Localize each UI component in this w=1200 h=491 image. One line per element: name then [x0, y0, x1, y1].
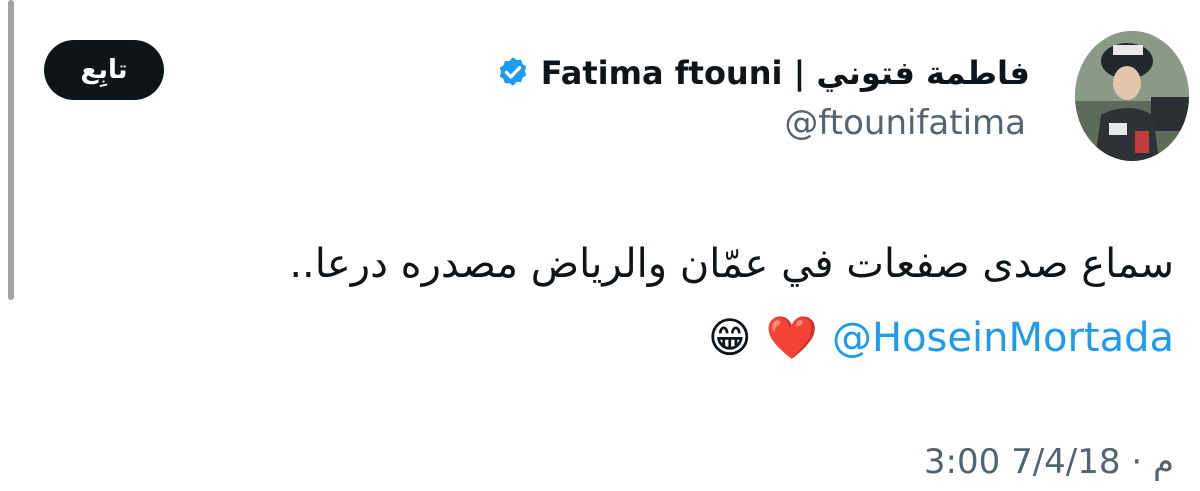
author-handle[interactable]: @ftounifatima — [784, 103, 1026, 143]
tweet-text: سماع صدى صفعات في عمّان والرياض مصدره در… — [289, 241, 1174, 287]
tweet-card: تابِع فاطمة فتوني | Fatima ftouni @ftoun… — [0, 0, 1200, 491]
tweet-mention-line: 😁 ❤️ @HoseinMortada — [708, 314, 1174, 362]
follow-button[interactable]: تابِع — [44, 40, 164, 100]
mention-link[interactable]: @HoseinMortada — [832, 315, 1174, 361]
avatar[interactable] — [1075, 31, 1189, 161]
avatar-image — [1075, 31, 1189, 161]
author-name-row[interactable]: فاطمة فتوني | Fatima ftouni — [495, 48, 1030, 98]
grinning-face-emoji: 😁 — [707, 313, 752, 362]
author-display-name[interactable]: فاطمة فتوني | Fatima ftouni — [541, 54, 1030, 92]
tweet-timestamp[interactable]: 3:00 م · 7/4/18 — [924, 442, 1174, 482]
red-heart-emoji: ❤️ — [765, 313, 818, 362]
verified-badge-icon — [495, 55, 531, 91]
